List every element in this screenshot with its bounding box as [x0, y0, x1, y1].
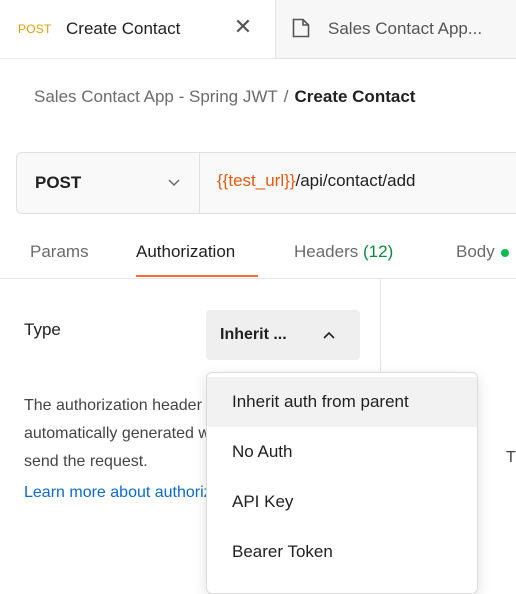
active-tab-indicator: [136, 275, 258, 277]
chevron-up-icon: [323, 331, 335, 339]
tab-authorization[interactable]: Authorization: [136, 242, 235, 262]
option-label: Bearer Token: [232, 542, 333, 561]
tab-sales-contact-app[interactable]: Sales Contact App...: [276, 0, 516, 58]
breadcrumb-separator: /: [283, 87, 289, 106]
tab-params[interactable]: Params: [30, 242, 89, 262]
auth-type-dropdown: Inherit auth from parent No Auth API Key…: [206, 372, 478, 594]
right-panel-text: T: [506, 449, 516, 466]
tab-title: Sales Contact App...: [328, 19, 483, 38]
option-no-auth[interactable]: No Auth: [207, 427, 477, 477]
url-bar: POST {{test_url}}/api/contact/add: [16, 152, 516, 214]
tab-headers-label: Headers: [294, 242, 359, 261]
url-path: /api/contact/add: [295, 171, 416, 190]
tab-create-contact[interactable]: POST Create Contact ✕: [0, 0, 276, 58]
auth-type-select[interactable]: Inherit ...: [206, 310, 360, 360]
option-label: No Auth: [232, 442, 293, 461]
status-dot-icon: [500, 248, 509, 257]
tab-body-label: Body: [456, 242, 495, 261]
breadcrumb-request-name[interactable]: Create Contact: [295, 87, 416, 106]
tab-method-badge: POST: [18, 22, 52, 36]
tab-headers[interactable]: Headers (12): [294, 242, 393, 262]
method-label: POST: [35, 173, 82, 192]
headers-count: (12): [363, 242, 394, 261]
tab-title: Create Contact: [66, 19, 181, 38]
document-icon: [292, 18, 310, 38]
auth-type-label: Type: [24, 320, 61, 339]
breadcrumb-collection[interactable]: Sales Contact App - Spring JWT: [34, 87, 278, 106]
url-input[interactable]: {{test_url}}/api/contact/add: [217, 171, 416, 191]
close-icon[interactable]: ✕: [232, 15, 254, 39]
auth-type-selected: Inherit ...: [220, 326, 287, 343]
option-bearer-token[interactable]: Bearer Token: [207, 527, 477, 577]
chevron-down-icon: [168, 179, 180, 187]
option-label: API Key: [232, 492, 294, 511]
option-api-key[interactable]: API Key: [207, 477, 477, 527]
tab-bar: POST Create Contact ✕ Sales Contact App.…: [0, 0, 516, 59]
breadcrumb: Sales Contact App - Spring JWT / Create Co…: [34, 87, 415, 107]
method-select[interactable]: POST: [17, 153, 200, 213]
option-inherit-auth[interactable]: Inherit auth from parent: [207, 377, 477, 427]
url-variable: {{test_url}}: [217, 171, 296, 190]
request-tabs: Params Authorization Headers (12) Body: [0, 228, 516, 279]
tab-body[interactable]: Body: [456, 242, 509, 262]
option-label: Inherit auth from parent: [232, 392, 409, 411]
